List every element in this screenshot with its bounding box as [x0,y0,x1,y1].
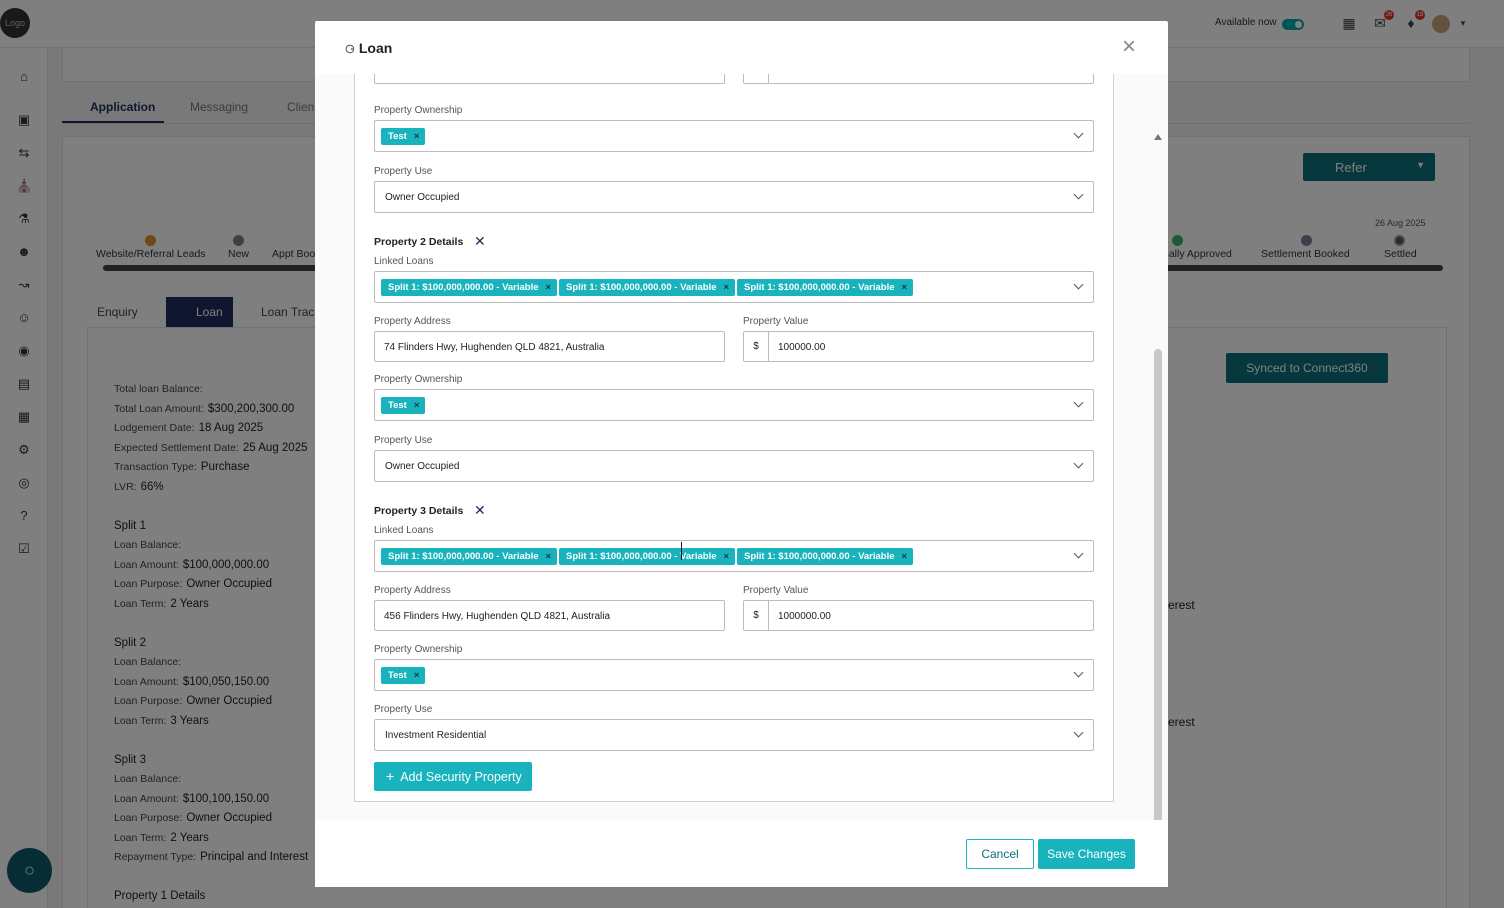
property-ownership-label: Property Ownership [374,105,463,116]
linked-loan-tag: Split 1: $100,000,000.00 - Variable × [737,548,914,565]
scroll-up-icon[interactable] [1154,134,1162,140]
save-changes-button[interactable]: Save Changes [1038,839,1135,869]
property3-address-input[interactable]: 456 Flinders Hwy, Hughenden QLD 4821, Au… [374,600,725,631]
remove-tag-icon[interactable]: × [902,551,908,562]
modal-title: ⚆ Loan [345,40,392,56]
tag-label: Split 1: $100,000,000.00 - Variable [744,551,895,562]
chevron-down-icon [1073,280,1085,292]
selected-value: Owner Occupied [385,192,460,203]
property-use-label: Property Use [374,704,433,715]
modal-footer: Cancel Save Changes [315,820,1168,887]
linked-loan-tag: Split 1: $100,000,000.00 - Variable × [381,548,558,565]
text-cursor-icon [681,542,685,560]
tag-label: Test [388,131,407,142]
modal-title-text: Loan [358,40,393,56]
tag-label: Split 1: $100,000,000.00 - Variable [388,551,539,562]
property3-linked-loans-select[interactable]: Split 1: $100,000,000.00 - Variable × Spl… [374,540,1094,572]
property2-use-select[interactable]: Owner Occupied [374,450,1094,482]
property1-use-select[interactable]: Owner Occupied [374,181,1094,213]
linked-loans-label: Linked Loans [374,525,434,536]
linked-loan-tag: Split 1: $100,000,000.00 - Variable × [559,279,736,296]
input-value: 1000000.00 [778,611,831,622]
tag-label: Split 1: $100,000,000.00 - Variable [566,282,717,293]
ownership-tag: Test × [381,128,426,145]
chevron-down-icon [1073,549,1085,561]
tag-label: Split 1: $100,000,000.00 - Variable [388,282,539,293]
property2-linked-loans-select[interactable]: Split 1: $100,000,000.00 - Variable × Spl… [374,271,1094,303]
add-security-property-button[interactable]: + Add Security Property [374,762,532,791]
property-use-label: Property Use [374,435,433,446]
loan-icon: ⚆ [345,44,355,56]
currency-prefix: $ [744,332,769,361]
property2-address-input[interactable]: 74 Flinders Hwy, Hughenden QLD 4821, Aus… [374,331,725,362]
linked-loans-label: Linked Loans [374,256,434,267]
modal-scrollbar[interactable] [1153,134,1163,820]
remove-tag-icon[interactable]: × [724,551,730,562]
tag-label: Test [388,670,407,681]
tag-label: Test [388,400,407,411]
security-properties-card: $ Property Ownership Test× Property Use … [354,74,1114,802]
property-address-label: Property Address [374,316,451,327]
remove-tag-icon[interactable]: × [546,282,552,293]
linked-loan-tag: Split 1: $100,000,000.00 - Variable × [381,279,558,296]
property-ownership-label: Property Ownership [374,644,463,655]
property3-use-select[interactable]: Investment Residential [374,719,1094,751]
property2-value-input[interactable]: $100000.00 [743,331,1094,362]
tag-label: Split 1: $100,000,000.00 - Variable [744,282,895,293]
input-value: 74 Flinders Hwy, Hughenden QLD 4821, Aus… [384,342,605,353]
cancel-button[interactable]: Cancel [966,839,1034,869]
linked-loan-tag: Split 1: $100,000,000.00 - Variable × [737,279,914,296]
remove-tag-icon[interactable]: × [414,131,420,142]
input-value: 456 Flinders Hwy, Hughenden QLD 4821, Au… [384,611,611,622]
property1-address-input[interactable] [374,74,725,84]
property3-ownership-select[interactable]: Test × [374,659,1094,691]
property-value-label: Property Value [743,316,809,327]
property2-ownership-select[interactable]: Test × [374,389,1094,421]
ownership-tag: Test × [381,667,426,684]
remove-tag-icon[interactable]: × [546,551,552,562]
property2-title: Property 2 Details [374,236,464,248]
remove-tag-icon[interactable]: × [724,282,730,293]
tag-label: Split 1: $100,000,000.00 - Variable [566,551,717,562]
button-label: Add Security Property [400,770,522,784]
scroll-thumb[interactable] [1154,349,1162,820]
remove-tag-icon[interactable]: × [414,400,420,411]
input-value: 100000.00 [778,342,826,353]
chevron-down-icon [1073,728,1085,740]
chevron-down-icon [1073,398,1085,410]
remove-property2-icon[interactable]: ✕ [474,234,486,248]
currency-prefix: $ [744,74,769,83]
property-ownership-label: Property Ownership [374,374,463,385]
selected-value: Investment Residential [385,730,487,741]
chevron-down-icon [1073,668,1085,680]
chevron-down-icon [1073,190,1085,202]
property-use-label: Property Use [374,166,433,177]
ownership-tag: Test × [381,397,426,414]
selected-value: Owner Occupied [385,461,460,472]
modal-body: $ Property Ownership Test× Property Use … [315,74,1168,820]
property-address-label: Property Address [374,585,451,596]
close-icon[interactable]: × [1116,35,1142,61]
chevron-down-icon [1073,459,1085,471]
linked-loan-tag: Split 1: $100,000,000.00 - Variable × [559,548,736,565]
property-value-label: Property Value [743,585,809,596]
remove-tag-icon[interactable]: × [414,670,420,681]
plus-icon: + [386,768,395,784]
currency-prefix: $ [744,601,769,630]
property3-value-input[interactable]: $1000000.00 [743,600,1094,631]
property3-title: Property 3 Details [374,505,464,517]
remove-property3-icon[interactable]: ✕ [474,503,486,517]
chevron-down-icon [1073,129,1085,141]
remove-tag-icon[interactable]: × [902,282,908,293]
property1-value-input[interactable]: $ [743,74,1094,84]
property1-ownership-select[interactable]: Test × [374,120,1094,152]
loan-modal: ⚆Loan × $ Property Ownership Test × Prope… [315,21,1168,887]
